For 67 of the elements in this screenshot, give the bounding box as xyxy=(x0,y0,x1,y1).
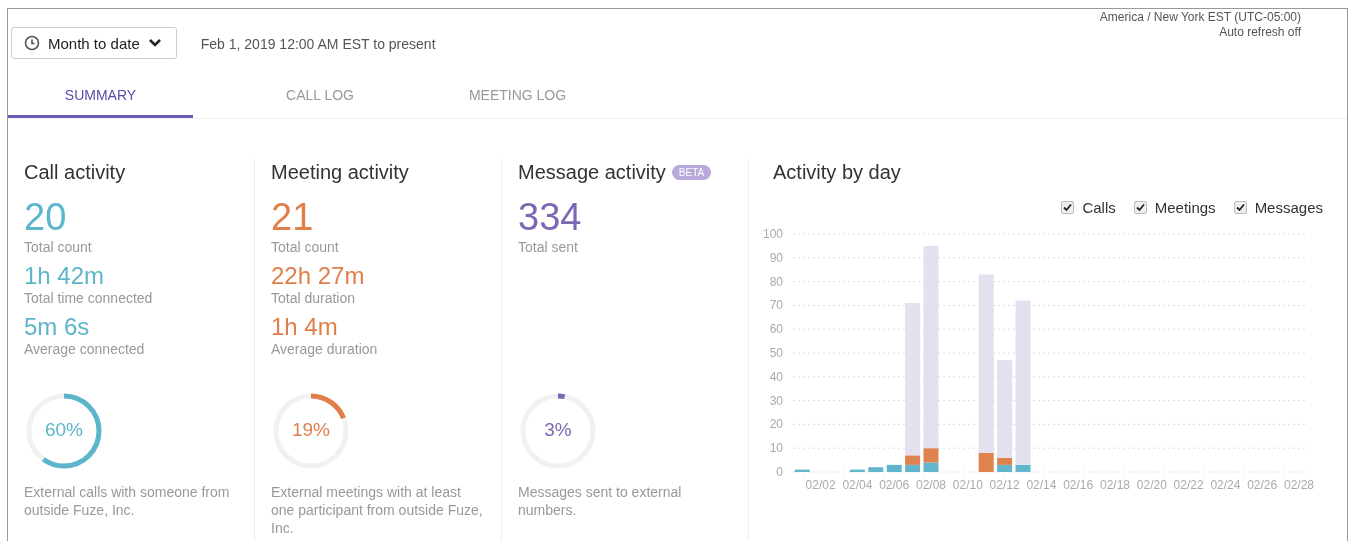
stat-value: 1h 42m xyxy=(24,262,106,290)
checkbox[interactable] xyxy=(1061,201,1075,214)
y-axis-label: 100 xyxy=(762,227,783,241)
legend-label: Meetings xyxy=(1154,199,1216,216)
stat-label: Total time connected xyxy=(24,290,154,307)
bar-segment xyxy=(794,469,810,472)
stat-label: Total count xyxy=(271,239,340,256)
stat-value: 20 xyxy=(24,195,68,239)
panel-title: Call activity xyxy=(24,160,126,184)
description-text: External meetings with at least one participant from outside Fuze, Inc. xyxy=(271,483,484,538)
auto-refresh-status: Auto refresh off xyxy=(1219,24,1301,40)
x-axis-label: 02/26 xyxy=(1247,478,1278,492)
panel-title: Meeting activity xyxy=(271,160,409,184)
y-axis-label: 0 xyxy=(776,465,783,479)
description-text: External calls with someone from outside Fuze, Inc. xyxy=(24,483,231,520)
y-axis-label: 30 xyxy=(769,393,783,408)
beta-badge: BETA xyxy=(671,164,712,180)
percent-reading: 19% xyxy=(291,419,331,441)
y-axis-label: 40 xyxy=(769,369,783,384)
x-axis-label: 02/20 xyxy=(1136,478,1167,492)
stat-label: Average duration xyxy=(271,341,379,358)
bar-segment xyxy=(868,467,884,472)
panel-title: Message activity xyxy=(518,160,666,184)
stat-value: 1h 4m xyxy=(271,313,339,341)
stat-value: 21 xyxy=(271,195,315,239)
stat-label: Total count xyxy=(24,239,93,256)
percent-reading: 3% xyxy=(543,419,573,441)
date-range-dropdown[interactable]: Month to date xyxy=(11,27,177,59)
timezone-text: America / New York EST (UTC-05:00) xyxy=(1099,10,1301,24)
checkbox[interactable] xyxy=(1133,201,1147,214)
x-axis-label: 02/24 xyxy=(1210,478,1241,492)
x-axis-label: 02/16 xyxy=(1063,478,1094,492)
x-axis-label: 02/08 xyxy=(916,478,946,492)
y-axis-label: 10 xyxy=(769,441,783,456)
x-axis-label: 02/12 xyxy=(989,478,1020,492)
y-axis-label: 70 xyxy=(769,298,783,313)
panel-title: Activity by day xyxy=(773,160,901,184)
date-range-text: Feb 1, 2019 12:00 AM EST to present xyxy=(200,36,436,52)
x-axis-label: 02/10 xyxy=(952,478,983,492)
percent-reading: 60% xyxy=(44,419,84,441)
tab[interactable]: SUMMARY xyxy=(8,75,193,118)
stat-value: 22h 27m xyxy=(271,262,366,290)
stat-value: 334 xyxy=(518,195,583,239)
stat-label: Average connected xyxy=(24,341,146,358)
legend-label: Calls xyxy=(1082,199,1116,216)
bar-segment xyxy=(886,464,902,472)
legend-label: Messages xyxy=(1254,199,1323,216)
x-axis-label: 02/04 xyxy=(842,478,873,492)
x-axis-label: 02/28 xyxy=(1284,478,1314,492)
stat-label: Total sent xyxy=(518,239,579,256)
x-axis-label: 02/22 xyxy=(1173,478,1204,492)
y-axis-label: 90 xyxy=(769,250,783,265)
x-axis-label: 02/18 xyxy=(1100,478,1130,492)
clock-icon xyxy=(24,35,40,51)
bar-segment xyxy=(849,469,865,472)
y-axis-label: 50 xyxy=(769,346,783,360)
checkbox[interactable] xyxy=(1233,201,1247,214)
description-text: Messages sent to external numbers. xyxy=(518,483,683,520)
chevron-down-icon xyxy=(147,38,162,48)
stat-label: Total duration xyxy=(271,290,357,307)
x-axis-label: 02/02 xyxy=(805,478,836,492)
x-axis-label: 02/06 xyxy=(879,478,910,492)
x-axis-label: 02/14 xyxy=(1026,478,1057,492)
stat-value: 5m 6s xyxy=(24,313,91,341)
y-axis-label: 20 xyxy=(769,417,783,432)
y-axis-label: 80 xyxy=(769,274,783,289)
y-axis-label: 60 xyxy=(769,322,783,337)
